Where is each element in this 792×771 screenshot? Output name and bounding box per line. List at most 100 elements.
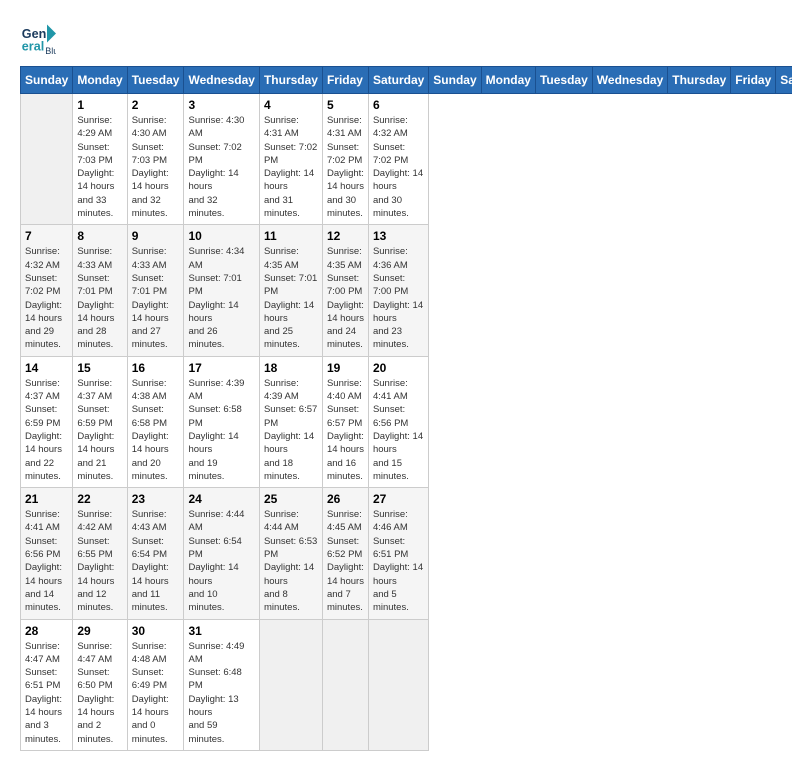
day-info: Sunrise: 4:41 AMSunset: 6:56 PMDaylight:… [25, 508, 68, 614]
day-info: Sunrise: 4:32 AMSunset: 7:02 PMDaylight:… [373, 114, 424, 220]
calendar-cell: 29Sunrise: 4:47 AMSunset: 6:50 PMDayligh… [73, 619, 127, 750]
calendar-header-row: SundayMondayTuesdayWednesdayThursdayFrid… [21, 67, 792, 94]
col-header-sunday: Sunday [429, 67, 481, 94]
calendar-cell: 16 Sunrise: 4:38 AMSunset: 6:58 PMDayligh… [127, 356, 184, 487]
calendar-cell: 18 Sunrise: 4:39 AMSunset: 6:57 PMDayligh… [259, 356, 322, 487]
calendar-cell: 10 Sunrise: 4:34 AMSunset: 7:01 PMDayligh… [184, 225, 259, 356]
calendar-cell: 22Sunrise: 4:42 AMSunset: 6:55 PMDayligh… [73, 488, 127, 619]
calendar-cell: 27Sunrise: 4:46 AMSunset: 6:51 PMDayligh… [368, 488, 428, 619]
day-info: Sunrise: 4:47 AMSunset: 6:51 PMDaylight:… [25, 640, 68, 746]
day-info: Sunrise: 4:35 AMSunset: 7:00 PMDaylight:… [327, 245, 364, 351]
calendar-cell: 19 Sunrise: 4:40 AMSunset: 6:57 PMDayligh… [322, 356, 368, 487]
calendar-cell [21, 94, 73, 225]
col-header-tuesday: Tuesday [535, 67, 592, 94]
day-number: 15 [77, 361, 122, 375]
col-header-wednesday: Wednesday [592, 67, 667, 94]
day-number: 18 [264, 361, 318, 375]
day-number: 30 [132, 624, 180, 638]
day-number: 21 [25, 492, 68, 506]
day-info: Sunrise: 4:31 AMSunset: 7:02 PMDaylight:… [327, 114, 364, 220]
calendar-cell [322, 619, 368, 750]
day-number: 10 [188, 229, 254, 243]
day-number: 7 [25, 229, 68, 243]
calendar-cell: 20Sunrise: 4:41 AMSunset: 6:56 PMDayligh… [368, 356, 428, 487]
day-info: Sunrise: 4:46 AMSunset: 6:51 PMDaylight:… [373, 508, 424, 614]
day-number: 3 [188, 98, 254, 112]
calendar-cell: 25 Sunrise: 4:44 AMSunset: 6:53 PMDayligh… [259, 488, 322, 619]
col-header-saturday: Saturday [776, 67, 792, 94]
week-row-2: 7Sunrise: 4:32 AMSunset: 7:02 PMDaylight… [21, 225, 792, 356]
day-info: Sunrise: 4:41 AMSunset: 6:56 PMDaylight:… [373, 377, 424, 483]
day-info: Sunrise: 4:30 AMSunset: 7:02 PMDaylight:… [188, 114, 254, 220]
day-info: Sunrise: 4:43 AMSunset: 6:54 PMDaylight:… [132, 508, 180, 614]
day-number: 31 [188, 624, 254, 638]
day-info: Sunrise: 4:30 AMSunset: 7:03 PMDaylight:… [132, 114, 180, 220]
calendar-cell [368, 619, 428, 750]
day-number: 26 [327, 492, 364, 506]
day-number: 16 [132, 361, 180, 375]
day-info: Sunrise: 4:33 AMSunset: 7:01 PMDaylight:… [77, 245, 122, 351]
calendar-cell: 11Sunrise: 4:35 AMSunset: 7:01 PMDayligh… [259, 225, 322, 356]
day-number: 8 [77, 229, 122, 243]
calendar-cell: 15 Sunrise: 4:37 AMSunset: 6:59 PMDayligh… [73, 356, 127, 487]
day-number: 14 [25, 361, 68, 375]
svg-text:eral: eral [22, 40, 44, 54]
day-number: 28 [25, 624, 68, 638]
svg-text:Blue: Blue [45, 46, 56, 56]
day-info: Sunrise: 4:49 AMSunset: 6:48 PMDaylight:… [188, 640, 254, 746]
header: Gen eral Blue [20, 20, 772, 56]
calendar-cell: 31 Sunrise: 4:49 AMSunset: 6:48 PMDayligh… [184, 619, 259, 750]
day-number: 1 [77, 98, 122, 112]
day-number: 6 [373, 98, 424, 112]
day-number: 17 [188, 361, 254, 375]
day-number: 2 [132, 98, 180, 112]
day-info: Sunrise: 4:42 AMSunset: 6:55 PMDaylight:… [77, 508, 122, 614]
day-number: 13 [373, 229, 424, 243]
calendar-cell: 14 Sunrise: 4:37 AMSunset: 6:59 PMDayligh… [21, 356, 73, 487]
col-header-friday: Friday [731, 67, 776, 94]
calendar-cell: 6 Sunrise: 4:32 AMSunset: 7:02 PMDaylight… [368, 94, 428, 225]
calendar-cell [259, 619, 322, 750]
header-wednesday: Wednesday [184, 67, 259, 94]
day-info: Sunrise: 4:40 AMSunset: 6:57 PMDaylight:… [327, 377, 364, 483]
header-monday: Monday [73, 67, 127, 94]
calendar-cell: 4Sunrise: 4:31 AMSunset: 7:02 PMDaylight… [259, 94, 322, 225]
day-number: 12 [327, 229, 364, 243]
calendar-cell: 24Sunrise: 4:44 AMSunset: 6:54 PMDayligh… [184, 488, 259, 619]
day-info: Sunrise: 4:39 AMSunset: 6:57 PMDaylight:… [264, 377, 318, 483]
day-info: Sunrise: 4:35 AMSunset: 7:01 PMDaylight:… [264, 245, 318, 351]
header-saturday: Saturday [368, 67, 428, 94]
day-number: 4 [264, 98, 318, 112]
header-friday: Friday [322, 67, 368, 94]
week-row-4: 21 Sunrise: 4:41 AMSunset: 6:56 PMDayligh… [21, 488, 792, 619]
calendar-cell: 28 Sunrise: 4:47 AMSunset: 6:51 PMDayligh… [21, 619, 73, 750]
day-number: 29 [77, 624, 122, 638]
day-info: Sunrise: 4:37 AMSunset: 6:59 PMDaylight:… [77, 377, 122, 483]
header-sunday: Sunday [21, 67, 73, 94]
day-info: Sunrise: 4:44 AMSunset: 6:53 PMDaylight:… [264, 508, 318, 614]
day-number: 19 [327, 361, 364, 375]
week-row-5: 28 Sunrise: 4:47 AMSunset: 6:51 PMDayligh… [21, 619, 792, 750]
day-info: Sunrise: 4:38 AMSunset: 6:58 PMDaylight:… [132, 377, 180, 483]
calendar-cell: 12 Sunrise: 4:35 AMSunset: 7:00 PMDayligh… [322, 225, 368, 356]
calendar-cell: 23Sunrise: 4:43 AMSunset: 6:54 PMDayligh… [127, 488, 184, 619]
calendar-cell: 2 Sunrise: 4:30 AMSunset: 7:03 PMDaylight… [127, 94, 184, 225]
day-info: Sunrise: 4:34 AMSunset: 7:01 PMDaylight:… [188, 245, 254, 351]
col-header-thursday: Thursday [668, 67, 731, 94]
header-thursday: Thursday [259, 67, 322, 94]
day-number: 25 [264, 492, 318, 506]
day-number: 24 [188, 492, 254, 506]
calendar-cell: 5 Sunrise: 4:31 AMSunset: 7:02 PMDaylight… [322, 94, 368, 225]
calendar-cell: 9Sunrise: 4:33 AMSunset: 7:01 PMDaylight… [127, 225, 184, 356]
day-info: Sunrise: 4:37 AMSunset: 6:59 PMDaylight:… [25, 377, 68, 483]
calendar-cell: 17 Sunrise: 4:39 AMSunset: 6:58 PMDayligh… [184, 356, 259, 487]
calendar-table: SundayMondayTuesdayWednesdayThursdayFrid… [20, 66, 792, 751]
calendar-cell: 7Sunrise: 4:32 AMSunset: 7:02 PMDaylight… [21, 225, 73, 356]
header-tuesday: Tuesday [127, 67, 184, 94]
day-info: Sunrise: 4:48 AMSunset: 6:49 PMDaylight:… [132, 640, 180, 746]
calendar-cell: 1 Sunrise: 4:29 AMSunset: 7:03 PMDaylight… [73, 94, 127, 225]
day-info: Sunrise: 4:33 AMSunset: 7:01 PMDaylight:… [132, 245, 180, 351]
day-info: Sunrise: 4:39 AMSunset: 6:58 PMDaylight:… [188, 377, 254, 483]
day-info: Sunrise: 4:29 AMSunset: 7:03 PMDaylight:… [77, 114, 122, 220]
day-number: 5 [327, 98, 364, 112]
